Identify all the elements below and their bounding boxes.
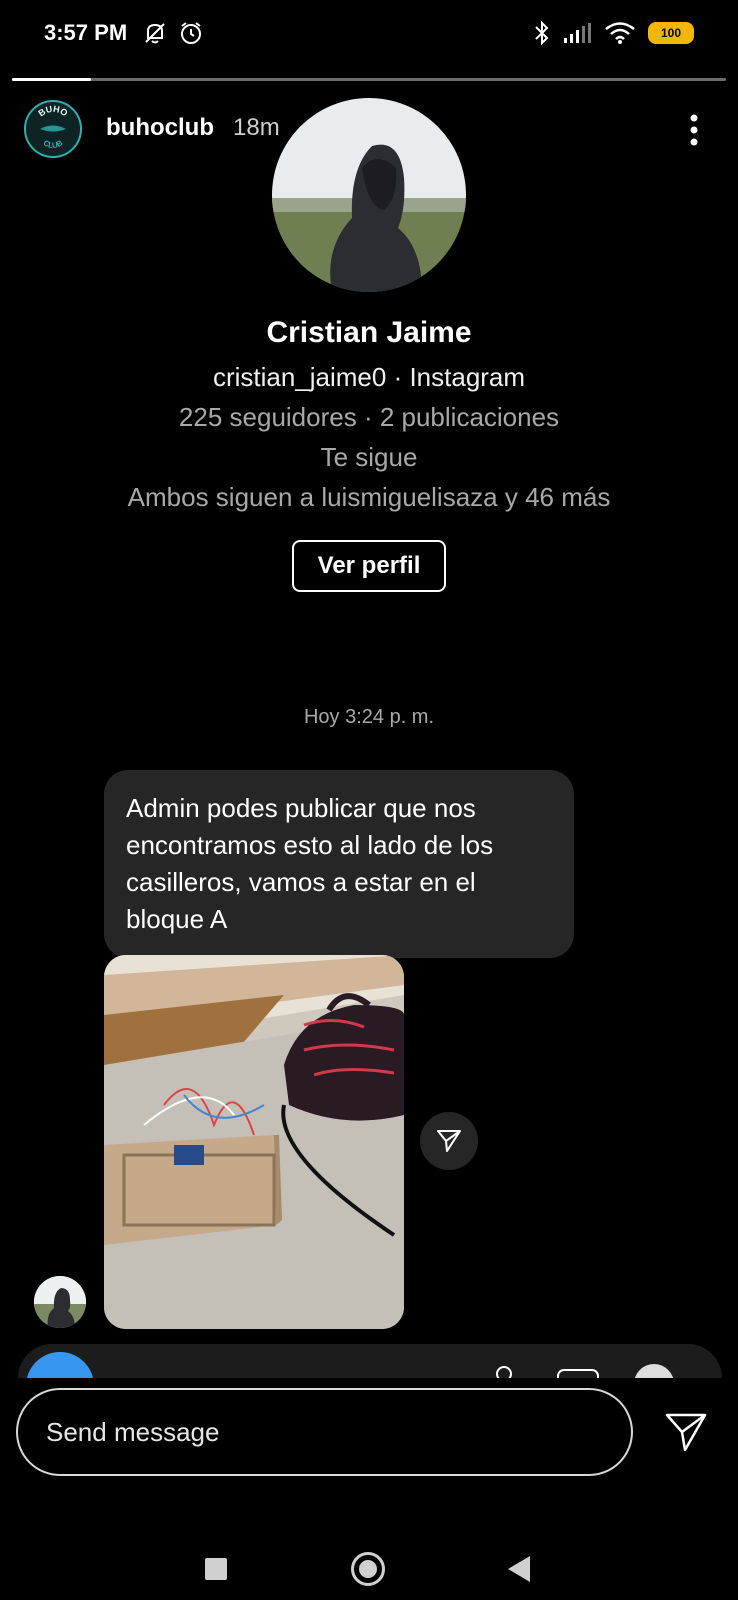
- svg-text:BUHO: BUHO: [36, 104, 69, 119]
- profile-name: Cristian Jaime: [266, 316, 472, 349]
- profile-photo[interactable]: [272, 98, 466, 292]
- svg-text:CLUB: CLUB: [42, 138, 65, 150]
- profile-photo-image: [272, 98, 466, 292]
- quick-actions-strip: [18, 1344, 722, 1378]
- status-left-icons: [142, 20, 204, 46]
- system-nav-bar: [0, 1510, 738, 1600]
- mutual-followers: Ambos siguen a luismiguelisaza y 46 más: [127, 482, 611, 512]
- gallery-icon: [557, 1369, 599, 1378]
- status-time: 3:57 PM: [44, 20, 128, 45]
- recents-icon[interactable]: [205, 1558, 227, 1580]
- share-button[interactable]: [420, 1112, 478, 1170]
- message-photo[interactable]: [104, 955, 404, 1329]
- sender-avatar-image: [34, 1276, 86, 1328]
- sticker-icon: [634, 1364, 674, 1378]
- message-bubble[interactable]: Admin podes publicar que nos encontramos…: [104, 770, 574, 958]
- back-icon[interactable]: [508, 1556, 530, 1582]
- signal-icon: [564, 23, 591, 43]
- view-profile-button[interactable]: Ver perfil: [292, 540, 446, 592]
- status-bar: 3:57 PM 100: [0, 0, 738, 70]
- story-account-avatar[interactable]: BUHO CLUB: [24, 100, 82, 158]
- status-right-icons: 100: [534, 20, 694, 46]
- sender-avatar[interactable]: [34, 1276, 86, 1328]
- home-icon[interactable]: [351, 1552, 385, 1586]
- alarm-icon: [181, 22, 201, 44]
- quick-actions-icons: [26, 1352, 674, 1378]
- owl-logo-icon: BUHO CLUB: [36, 104, 69, 150]
- profile-stats: 225 seguidores · 2 publicaciones: [178, 402, 560, 432]
- send-icon[interactable]: [664, 1410, 708, 1454]
- story-progress-fill: [12, 78, 91, 81]
- mic-icon: [496, 1366, 512, 1378]
- story-progress-bar: [12, 78, 726, 81]
- profile-handle: cristian_jaime0 · Instagram: [212, 362, 526, 392]
- camera-icon: [26, 1352, 94, 1378]
- message-photo-image: [104, 955, 404, 1329]
- bluetooth-icon: [535, 20, 549, 46]
- message-timestamp: Hoy 3:24 p. m.: [303, 706, 435, 728]
- wifi-icon: [605, 22, 635, 44]
- mute-icon: [145, 23, 165, 44]
- more-options-icon[interactable]: [684, 110, 704, 150]
- story-time-ago: 18m: [233, 114, 280, 141]
- story-username[interactable]: buhoclub: [106, 114, 214, 142]
- share-arrow-icon: [437, 1130, 461, 1152]
- send-message-input[interactable]: [16, 1388, 633, 1476]
- battery-icon: 100: [648, 22, 694, 44]
- follows-you-label: Te sigue: [320, 442, 418, 472]
